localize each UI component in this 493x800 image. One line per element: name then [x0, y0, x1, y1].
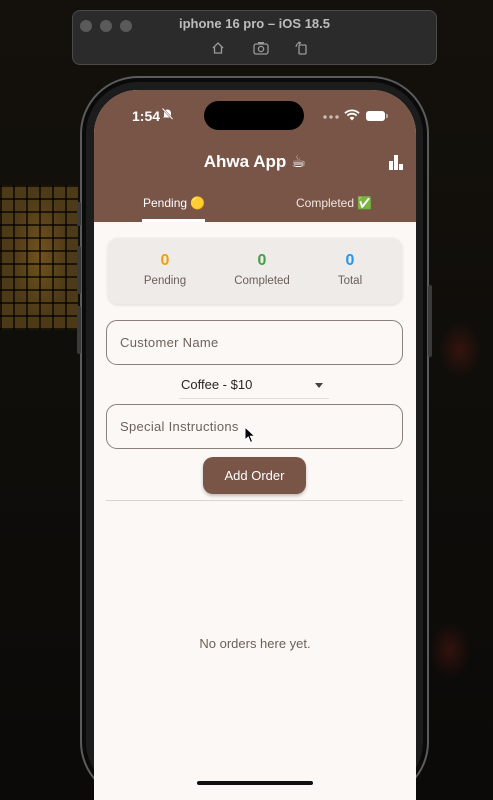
wifi-icon [344, 108, 360, 126]
home-indicator [197, 781, 313, 785]
active-tab-indicator [142, 219, 205, 222]
bell-slash-icon [161, 107, 174, 123]
home-icon[interactable] [211, 41, 225, 57]
special-instructions-label: Special Instructions [120, 419, 239, 434]
background-window-lights [0, 185, 78, 330]
stat-pending-label: Pending [143, 275, 187, 287]
tab-pending[interactable]: Pending 🟡 [143, 196, 205, 210]
stat-pending-value: 0 [160, 252, 170, 269]
stat-completed-label: Completed [234, 275, 290, 287]
tab-completed[interactable]: Completed ✅ [296, 196, 372, 210]
mouse-cursor-icon [244, 425, 257, 449]
stat-total-label: Total [337, 275, 363, 287]
action-button [77, 202, 81, 226]
drink-select-value: Coffee - $10 [181, 377, 253, 392]
dropdown-arrow-icon [315, 383, 323, 388]
stat-pending: 0 Pending [116, 252, 214, 287]
simulator-title-bar: iphone 16 pro – iOS 18.5 [72, 10, 437, 65]
simulator-title: iphone 16 pro – iOS 18.5 [179, 16, 330, 31]
screenshot-icon[interactable] [253, 41, 269, 57]
add-order-button[interactable]: Add Order [203, 457, 306, 494]
empty-orders-message: No orders here yet. [199, 636, 311, 651]
app-title: Ahwa App ☕ [203, 152, 307, 171]
bar-chart-icon[interactable] [388, 154, 404, 170]
stat-completed: 0 Completed [213, 252, 311, 287]
volume-down-button [77, 306, 81, 354]
signal-icon [322, 115, 340, 119]
power-button [428, 285, 432, 357]
stat-total: 0 Total [301, 252, 399, 287]
drink-select[interactable]: Coffee - $10 [179, 375, 329, 399]
app-bar: 1:54 Ahwa App ☕ Pending 🟡 Completed ✅ [94, 90, 416, 222]
divider [106, 500, 403, 501]
volume-up-button [77, 246, 81, 294]
order-stats-card: 0 Pending 0 Completed 0 Total [108, 238, 402, 304]
stat-completed-value: 0 [257, 252, 267, 269]
customer-name-field[interactable]: Customer Name [106, 320, 403, 365]
status-time: 1:54 [132, 108, 161, 124]
rotate-icon[interactable] [294, 41, 308, 57]
stat-total-value: 0 [345, 252, 355, 269]
battery-icon [366, 111, 388, 121]
customer-name-label: Customer Name [120, 335, 219, 350]
dynamic-island [204, 101, 304, 130]
